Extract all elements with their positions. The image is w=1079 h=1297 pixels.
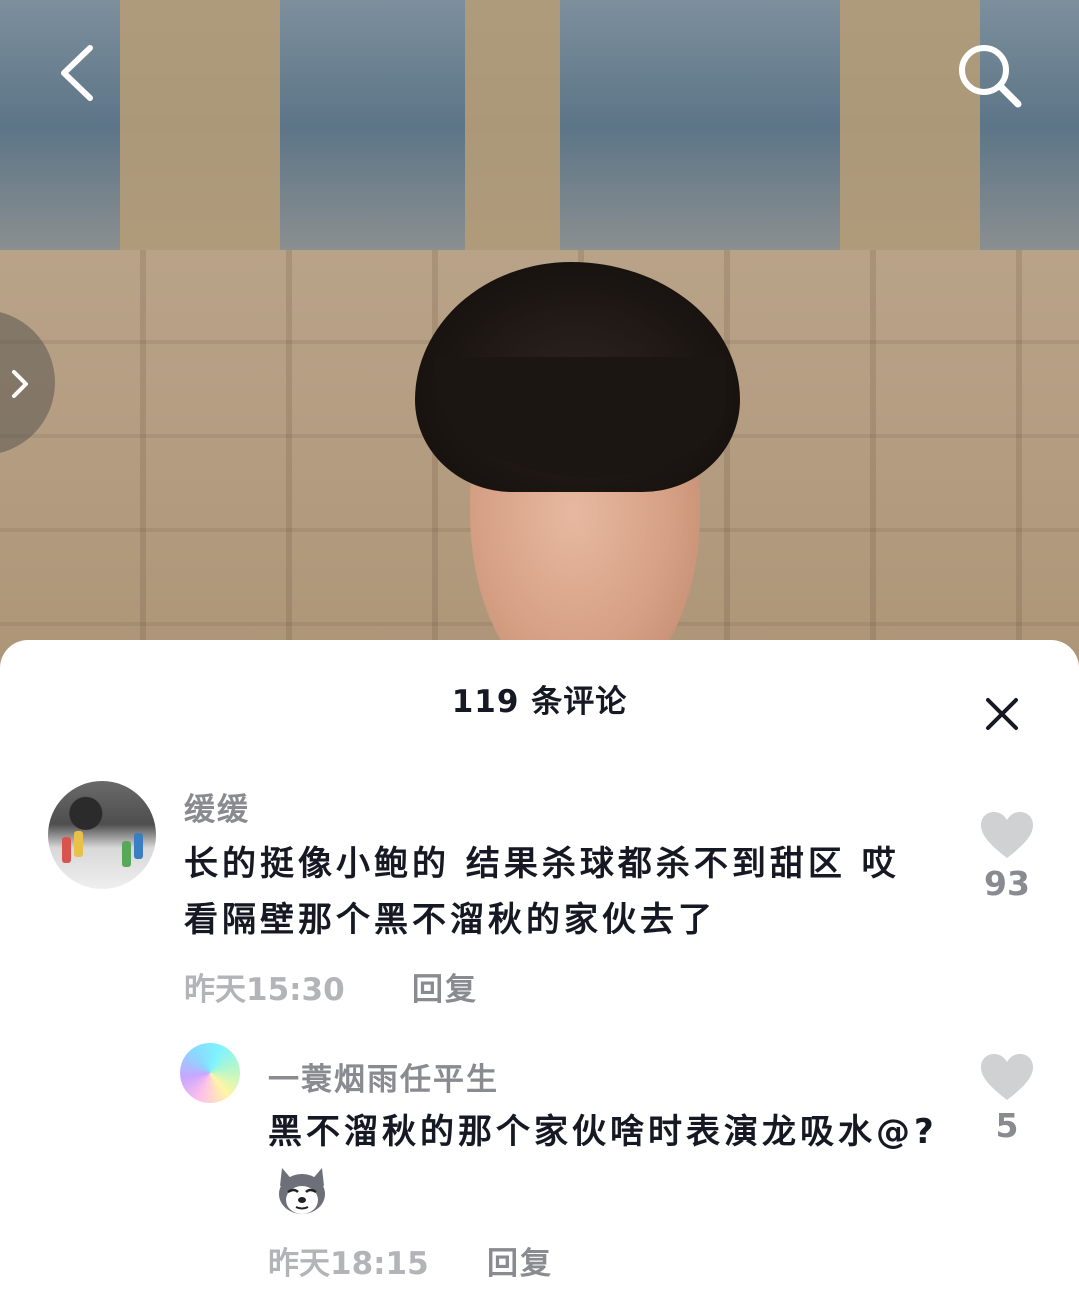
avatar-detail bbox=[74, 831, 83, 857]
search-icon bbox=[959, 45, 1022, 108]
video-person bbox=[415, 262, 740, 692]
background-pillar bbox=[465, 0, 560, 250]
background-pillar bbox=[120, 0, 280, 250]
chevron-right-icon bbox=[12, 370, 28, 398]
like-count: 93 bbox=[984, 864, 1030, 903]
comment-username[interactable]: 一蓑烟雨任平生 bbox=[268, 1054, 499, 1099]
avatar-detail bbox=[134, 833, 143, 859]
husky-emoji-icon bbox=[279, 1167, 325, 1214]
avatar[interactable] bbox=[48, 781, 156, 889]
comment-timestamp: 昨天15:30 bbox=[184, 972, 345, 1008]
comment-timestamp: 昨天18:15 bbox=[268, 1246, 429, 1282]
avatar[interactable] bbox=[180, 1043, 240, 1103]
back-button[interactable] bbox=[48, 40, 108, 106]
comment-text: 黑不溜秋的那个家伙啥时表演龙吸水@? bbox=[268, 1104, 958, 1218]
chevron-left-icon bbox=[61, 45, 93, 101]
close-icon bbox=[986, 698, 1018, 730]
avatar-detail bbox=[62, 837, 71, 863]
like-count: 5 bbox=[995, 1106, 1019, 1145]
heart-icon bbox=[981, 812, 1033, 858]
like-button[interactable]: 5 bbox=[972, 1052, 1042, 1145]
comments-sheet: 119 条评论 缓缓 长的挺像小鲍的 结果杀球都杀不到甜区 哎 看隔壁那个黑不溜… bbox=[0, 640, 1079, 1297]
heart-icon bbox=[981, 1054, 1033, 1100]
close-button[interactable] bbox=[980, 692, 1024, 736]
reply-button[interactable]: 回复 bbox=[487, 1238, 553, 1283]
search-button[interactable] bbox=[950, 36, 1030, 116]
like-button[interactable]: 93 bbox=[972, 810, 1042, 903]
comment-username[interactable]: 缓缓 bbox=[184, 784, 250, 829]
comment-text: 长的挺像小鲍的 结果杀球都杀不到甜区 哎 看隔壁那个黑不溜秋的家伙去了 bbox=[184, 844, 900, 940]
video-player[interactable] bbox=[0, 0, 1079, 700]
comments-count-title: 119 条评论 bbox=[451, 684, 628, 720]
avatar-detail bbox=[122, 841, 131, 867]
reply-button[interactable]: 回复 bbox=[412, 964, 478, 1009]
comment-text-content: 黑不溜秋的那个家伙啥时表演龙吸水@? bbox=[268, 1112, 938, 1152]
